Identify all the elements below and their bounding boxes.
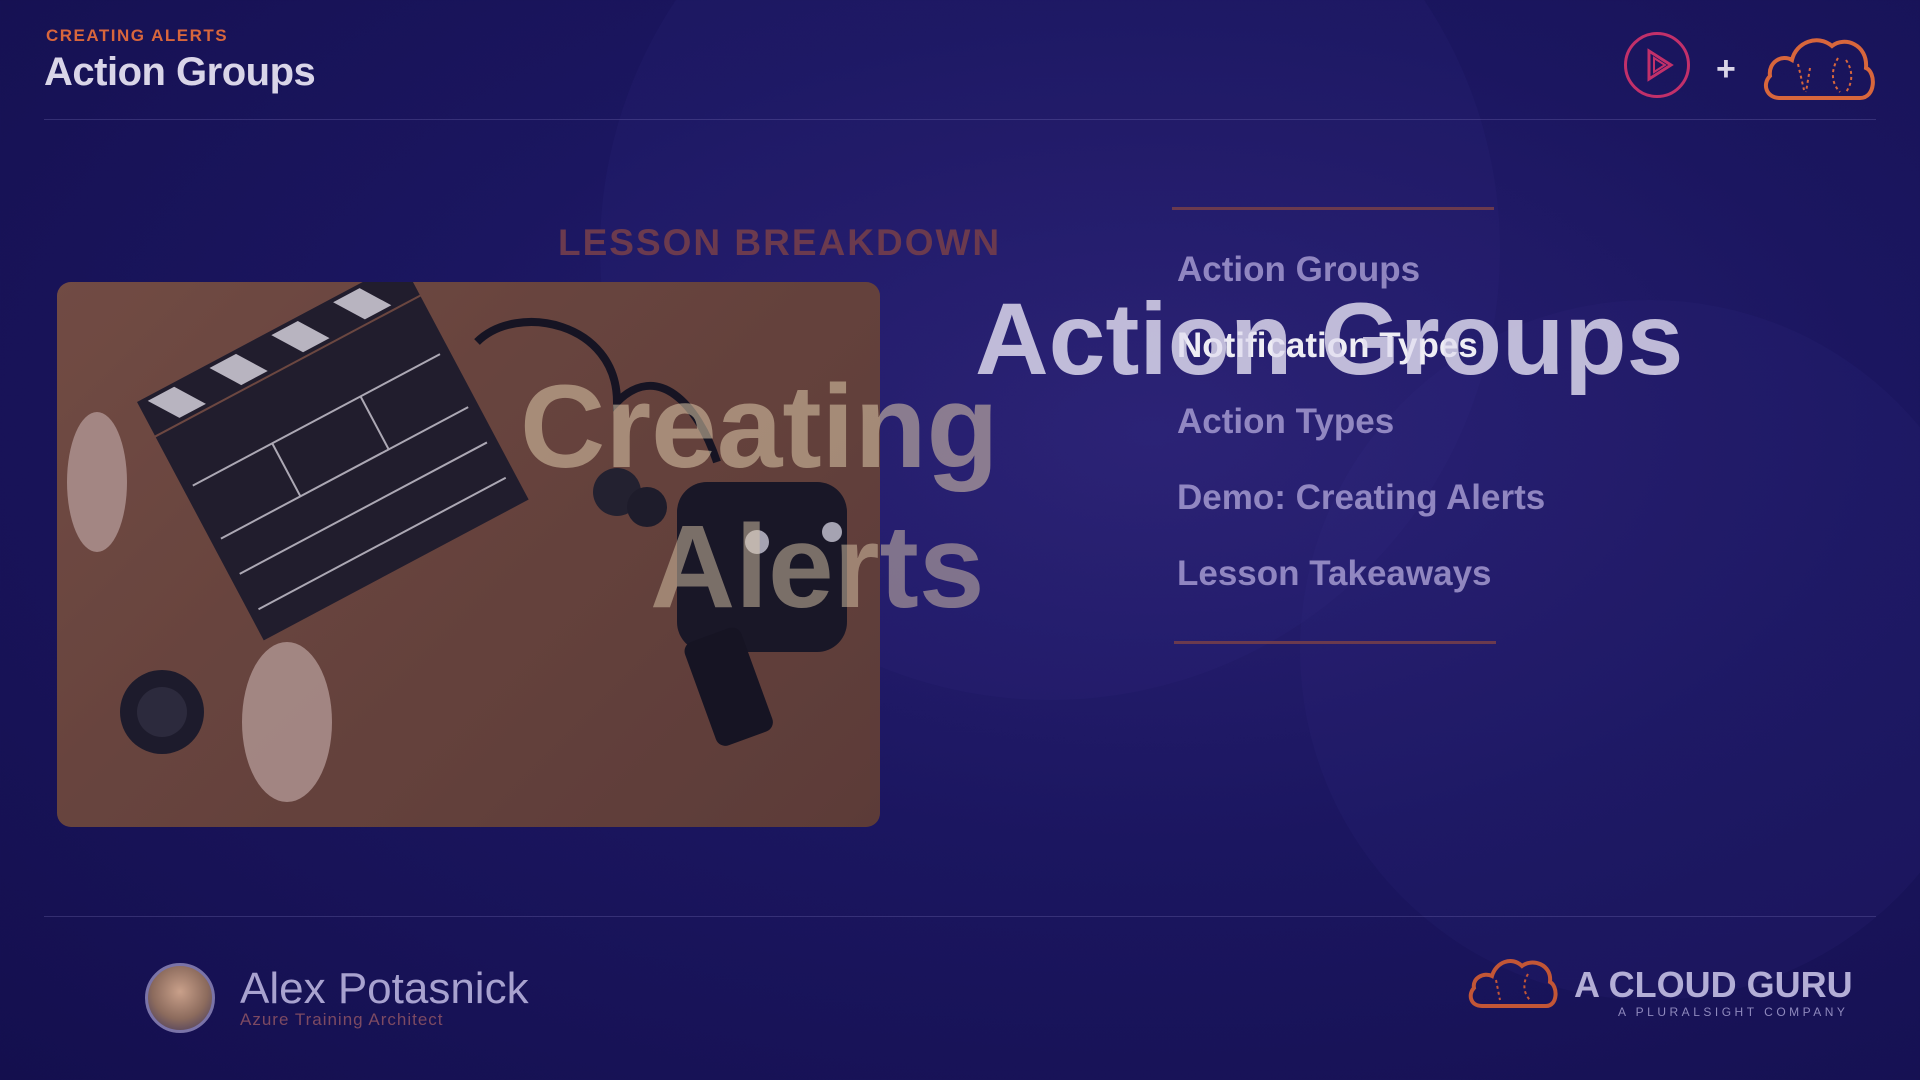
header-divider bbox=[44, 119, 1876, 120]
overlay-title-line2: Alerts bbox=[650, 501, 985, 633]
play-circle-icon bbox=[1647, 48, 1674, 82]
brand-name: A CLOUD GURU bbox=[1574, 964, 1853, 1005]
footer-divider bbox=[44, 916, 1876, 917]
agenda-bottom-rule bbox=[1174, 641, 1496, 644]
agenda-item-demo: Demo: Creating Alerts bbox=[1177, 478, 1546, 517]
plus-icon: + bbox=[1716, 50, 1736, 88]
pluralsight-logo bbox=[1624, 32, 1690, 98]
brand-tagline: A PLURALSIGHT COMPANY bbox=[1618, 1005, 1849, 1019]
presenter-avatar bbox=[145, 963, 215, 1033]
cloud-icon bbox=[1468, 959, 1558, 1008]
section-heading: LESSON BREAKDOWN bbox=[558, 222, 1002, 263]
presenter-role: Azure Training Architect bbox=[240, 1010, 444, 1029]
overlay-title-line1: Creating bbox=[520, 361, 999, 493]
cloud-icon bbox=[1763, 38, 1875, 100]
agenda-item-takeaways: Lesson Takeaways bbox=[1177, 554, 1492, 593]
agenda-top-rule bbox=[1172, 207, 1494, 210]
agenda-item-action-types: Action Types bbox=[1177, 402, 1395, 441]
presenter-name: Alex Potasnick bbox=[240, 964, 529, 1013]
overlay-subtitle: Action Groups bbox=[975, 282, 1684, 396]
lesson-eyebrow: CREATING ALERTS bbox=[46, 26, 229, 45]
page-title: Action Groups bbox=[44, 50, 316, 94]
